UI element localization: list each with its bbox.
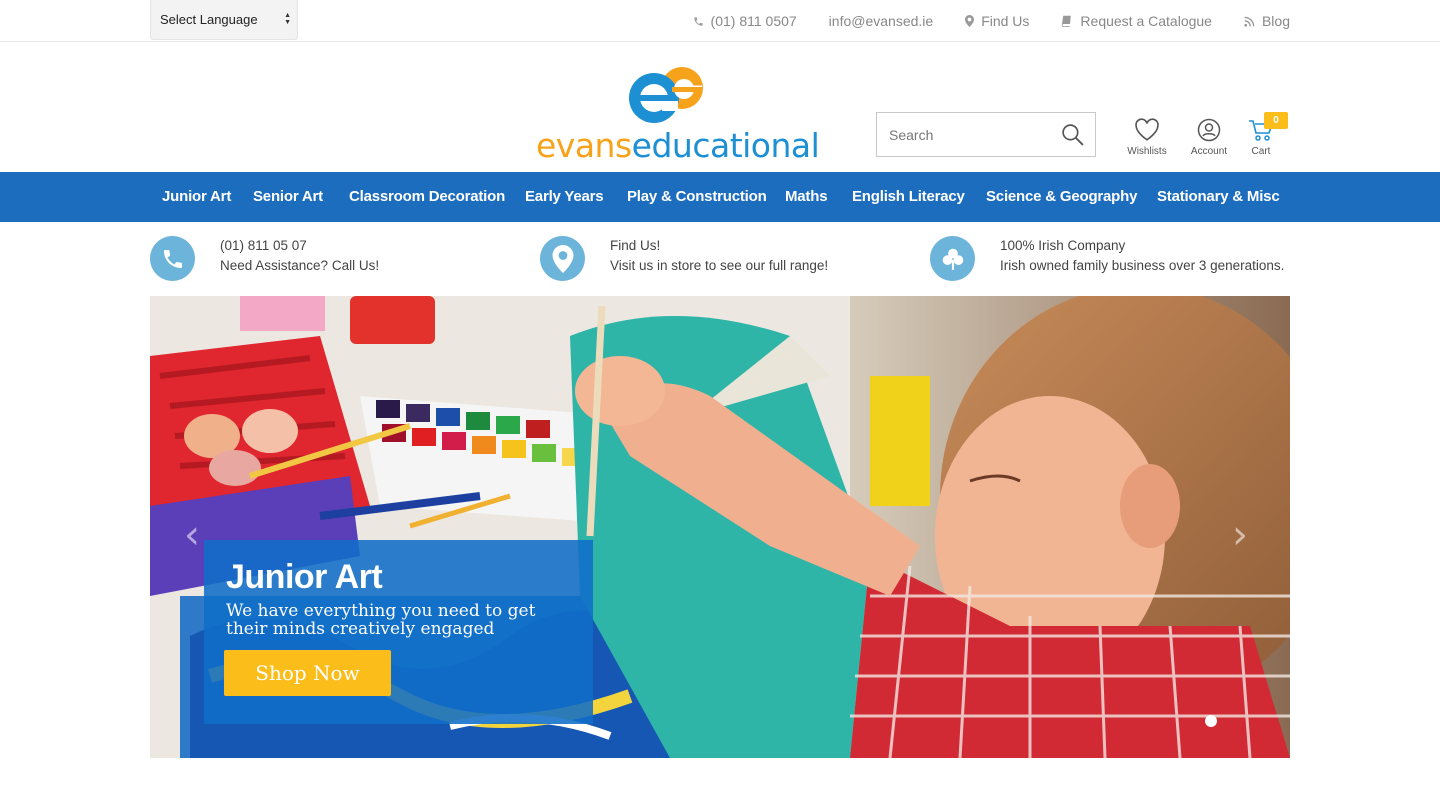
phone-text: (01) 811 0507 [710, 13, 797, 29]
email-link[interactable]: info@evansed.ie [829, 13, 934, 29]
blog-link[interactable]: Blog [1244, 13, 1290, 29]
rss-icon [1244, 16, 1255, 27]
cart-label: Cart [1251, 146, 1271, 157]
email-text: info@evansed.ie [828, 13, 934, 29]
language-select[interactable]: Select Language ▲ ▼ [150, 0, 298, 40]
logo-text-educational: educational [631, 126, 820, 165]
main-nav: Junior Art Senior Art Classroom Decorati… [0, 172, 1440, 222]
nav-item-senior-art[interactable]: Senior Art [253, 172, 323, 222]
nav-item-classroom-decoration[interactable]: Classroom Decoration [349, 172, 505, 222]
phone-icon [693, 16, 703, 26]
blog-text: Blog [1261, 13, 1290, 29]
cart-count-badge: 0 [1264, 112, 1288, 129]
slider-next-arrow-icon[interactable]: › [1232, 512, 1248, 558]
nav-item-stationary-misc[interactable]: Stationary & Misc [1157, 172, 1280, 222]
shop-now-button[interactable]: Shop Now [224, 650, 391, 696]
site-header: evanseducational Wishlists Account Cart … [0, 42, 1440, 172]
account-label: Account [1190, 146, 1228, 157]
catalogue-link[interactable]: Request a Catalogue [1061, 13, 1212, 29]
nav-item-early-years[interactable]: Early Years [525, 172, 604, 222]
select-arrows-icon: ▲ ▼ [284, 12, 291, 26]
nav-item-english-literacy[interactable]: English Literacy [852, 172, 965, 222]
language-select-value: Select Language [160, 12, 258, 27]
site-logo[interactable]: evanseducational [536, 62, 820, 165]
info-irish-company: 100% Irish Company Irish owned family bu… [930, 234, 1290, 284]
info-find-us-line2: Visit us in store to see our full range! [610, 258, 829, 273]
info-phone-line2: Need Assistance? Call Us! [220, 258, 380, 273]
info-irish-line1: 100% Irish Company [1000, 238, 1126, 253]
search-box [876, 112, 1096, 157]
wishlists-button[interactable]: Wishlists [1117, 118, 1177, 157]
book-icon [1062, 15, 1072, 27]
slide-subtitle: We have everything you need to get their… [226, 601, 536, 639]
phone-circle-icon [150, 236, 195, 281]
search-icon[interactable] [1060, 122, 1085, 147]
info-phone[interactable]: (01) 811 05 07 Need Assistance? Call Us! [150, 234, 510, 284]
shamrock-icon [930, 236, 975, 281]
catalogue-text: Request a Catalogue [1080, 13, 1212, 29]
find-us-text: Find Us [981, 13, 1030, 29]
nav-item-maths[interactable]: Maths [785, 172, 828, 222]
info-find-us-line1: Find Us! [610, 238, 661, 253]
info-find-us[interactable]: Find Us! Visit us in store to see our fu… [540, 234, 900, 284]
heart-icon [1135, 118, 1159, 141]
hero-slider: ‹ › Junior Art We have everything you ne… [150, 296, 1290, 758]
phone-link[interactable]: (01) 811 0507 [693, 13, 797, 29]
info-irish-line2: Irish owned family business over 3 gener… [1000, 258, 1285, 273]
user-icon [1197, 118, 1221, 142]
nav-item-play-construction[interactable]: Play & Construction [627, 172, 767, 222]
info-phone-line1: (01) 811 05 07 [220, 238, 307, 253]
logo-text: evanseducational [536, 126, 820, 165]
slider-prev-arrow-icon[interactable]: ‹ [184, 512, 200, 558]
account-button[interactable]: Account [1179, 118, 1239, 157]
slide-caption: Junior Art We have everything you need t… [204, 540, 593, 724]
nav-item-junior-art[interactable]: Junior Art [162, 172, 231, 222]
map-marker-icon [965, 15, 975, 27]
map-pin-icon [540, 236, 585, 281]
top-bar: Select Language ▲ ▼ (01) 811 0507 info@ev… [0, 0, 1440, 42]
search-input[interactable] [889, 126, 1049, 143]
slider-dot[interactable] [1205, 715, 1217, 727]
nav-item-science-geography[interactable]: Science & Geography [986, 172, 1137, 222]
slide-title: Junior Art [226, 558, 383, 596]
find-us-link[interactable]: Find Us [965, 13, 1029, 29]
top-links: (01) 811 0507 info@evansed.ie Find Us Re… [661, 0, 1290, 42]
logo-text-evans: evans [536, 126, 632, 165]
logo-mark-icon [629, 67, 703, 123]
wishlists-label: Wishlists [1127, 146, 1167, 157]
